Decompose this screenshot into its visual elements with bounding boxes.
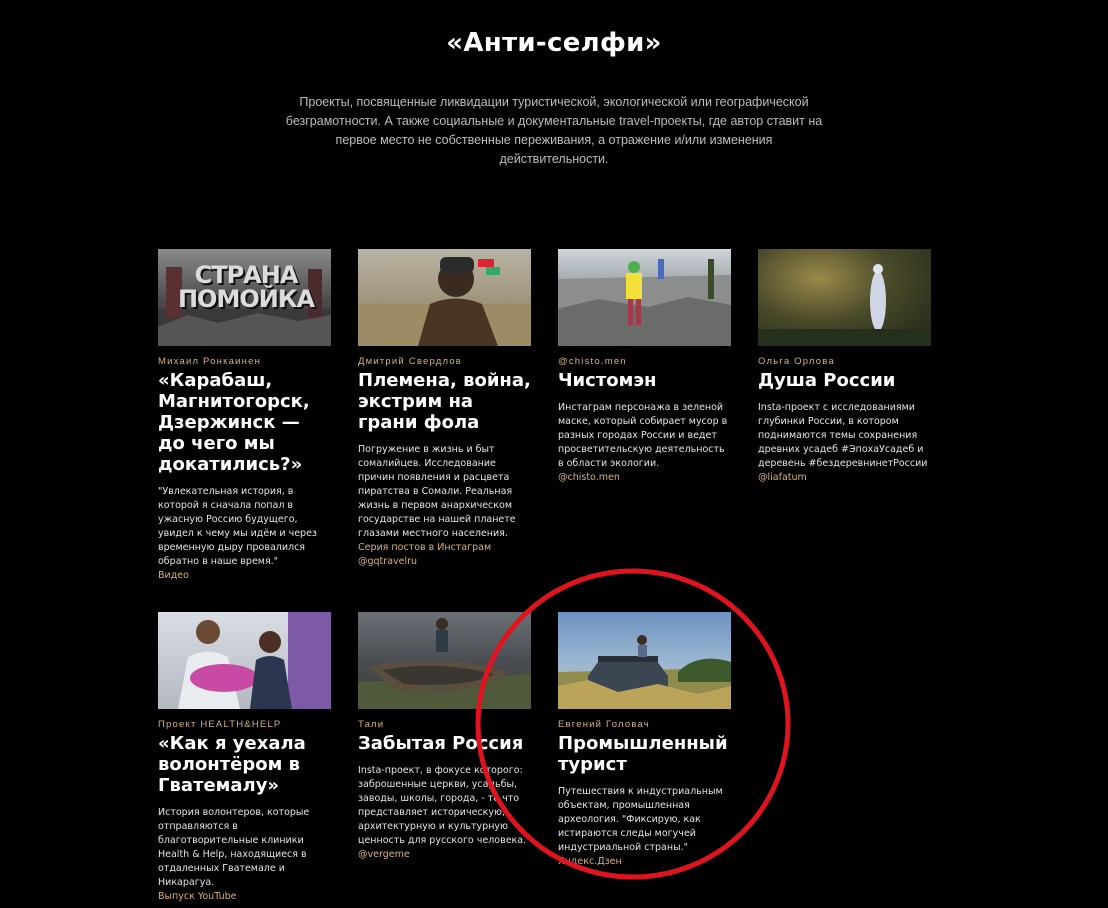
- card-description: Путешествия к индустриальным объектам, п…: [558, 786, 723, 853]
- card-image-abandoned-boat[interactable]: [358, 612, 531, 709]
- card-title[interactable]: Забытая Россия: [358, 733, 532, 754]
- section-title: «Анти-селфи»: [446, 28, 662, 58]
- card-description: "Увлекательная история, в которой я снач…: [158, 486, 317, 567]
- card-description: История волонтеров, которые отправляются…: [158, 807, 310, 888]
- card-description: Инстаграм персонажа в зеленой маске, кот…: [558, 402, 728, 469]
- project-card: Тали Забытая Россия Insta-проект, в фоку…: [358, 612, 532, 862]
- card-title[interactable]: Племена, война, экстрим на грани фола: [358, 370, 532, 433]
- card-title[interactable]: «Карабаш, Магнитогорск, Дзержинск — до ч…: [158, 370, 332, 475]
- card-image-somali-man[interactable]: [358, 249, 531, 346]
- card-title[interactable]: «Как я уехала волонтёром в Гватемалу»: [158, 733, 332, 796]
- card-author: Дмитрий Свердлов: [358, 356, 463, 367]
- project-card: Ольга Орлова Душа России Insta-проект с …: [758, 249, 932, 485]
- card-link-chistomen[interactable]: @chisto.men: [558, 471, 732, 485]
- card-author: Ольга Орлова: [758, 356, 835, 367]
- card-author: Проект HEALTH&HELP: [158, 719, 282, 730]
- card-image-polluted-city[interactable]: СТРАНА ПОМОЙКА: [158, 249, 331, 346]
- card-description: Insta-проект, в фокусе которого: заброше…: [358, 765, 527, 846]
- project-card: @chisto.men Чистомэн Инстаграм персонажа…: [558, 249, 732, 485]
- card-author: Михаил Ронкаинен: [158, 356, 262, 367]
- project-card: СТРАНА ПОМОЙКА Михаил Ронкаинен «Карабаш…: [158, 249, 332, 583]
- card-image-caption: СТРАНА ПОМОЙКА: [177, 261, 315, 313]
- card-link-video[interactable]: Видео: [158, 569, 332, 583]
- card-link-yandex-zen[interactable]: Яндекс.Дзен: [558, 855, 732, 869]
- project-card: Проект HEALTH&HELP «Как я уехала волонтё…: [158, 612, 332, 904]
- card-author: Евгений Головач: [558, 719, 650, 730]
- card-title[interactable]: Душа России: [758, 370, 932, 391]
- card-title[interactable]: Чистомэн: [558, 370, 732, 391]
- project-card: Дмитрий Свердлов Племена, война, экстрим…: [358, 249, 532, 569]
- card-link-youtube[interactable]: Выпуск YouTube: [158, 890, 332, 904]
- card-image-volunteer-baby[interactable]: [158, 612, 331, 709]
- card-author: @chisto.men: [558, 356, 627, 367]
- card-image-industrial-tourist[interactable]: [558, 612, 731, 709]
- card-title[interactable]: Промышленный турист: [558, 733, 732, 775]
- card-link-gqtravelru[interactable]: @gqtravelru: [358, 555, 532, 569]
- card-image-chistomen[interactable]: [558, 249, 731, 346]
- card-description: Погружение в жизнь и быт сомалийцев. Исс…: [358, 444, 516, 539]
- card-description: Insta-проект с исследованиями глубинки Р…: [758, 402, 928, 469]
- section-description: Проекты, посвященные ликвидации туристич…: [285, 95, 823, 166]
- project-card: Евгений Головач Промышленный турист Путе…: [558, 612, 732, 869]
- card-image-statue-forest[interactable]: [758, 249, 931, 346]
- card-link-liafatum[interactable]: @liafatum: [758, 471, 932, 485]
- card-author: Тали: [358, 719, 385, 730]
- card-link-vergeme[interactable]: @vergeme: [358, 848, 532, 862]
- card-link-instagram-series[interactable]: Серия постов в Инстаграм: [358, 541, 532, 555]
